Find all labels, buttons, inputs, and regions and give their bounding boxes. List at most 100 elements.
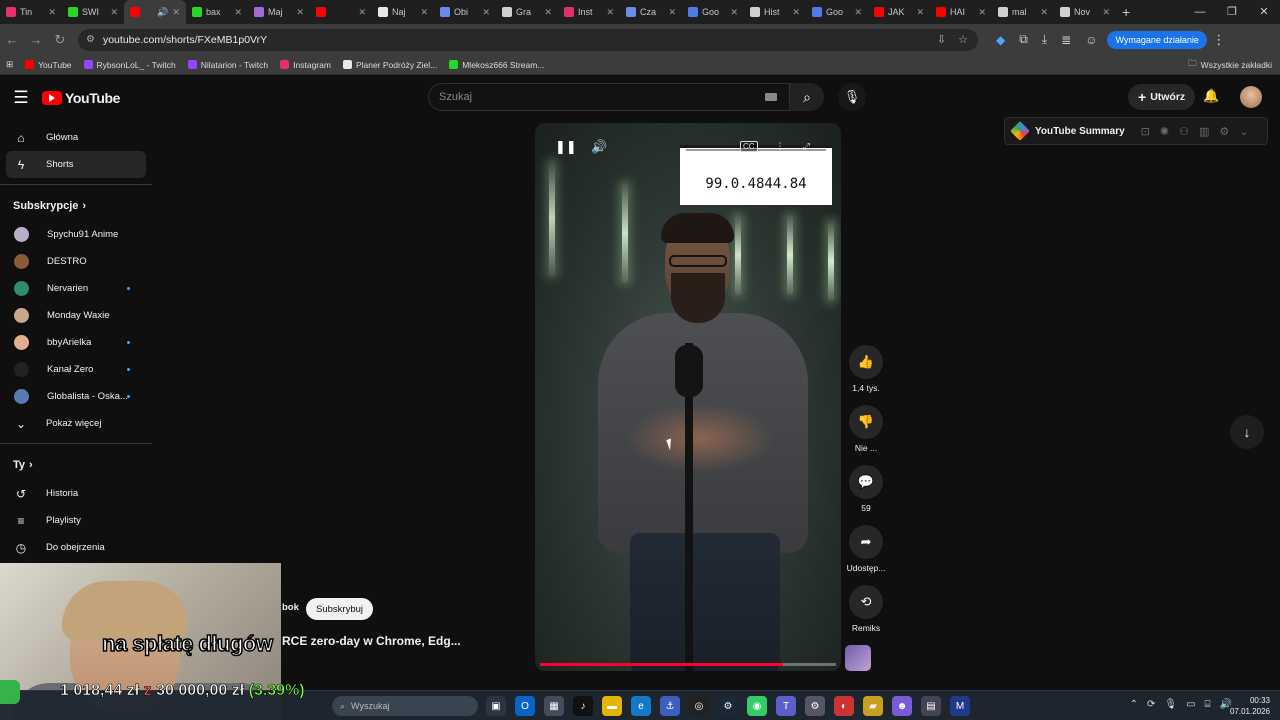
volume-icon[interactable]: 🔊 <box>591 139 607 155</box>
bookmark-item[interactable]: RybsonLoL_ - Twitch <box>83 60 176 70</box>
edge-icon[interactable]: e <box>631 696 651 716</box>
app-icon[interactable]: ⚓ <box>660 696 680 716</box>
tab-close-icon[interactable]: ✕ <box>1040 7 1048 18</box>
display-icon[interactable]: ▭ <box>1186 699 1195 710</box>
bookmark-item[interactable]: YouTube <box>25 60 72 70</box>
sidebar-subscription-item[interactable]: Spychu91 Anime <box>0 221 152 248</box>
tab-close-icon[interactable]: ✕ <box>544 7 552 18</box>
tab-close-icon[interactable]: ✕ <box>1102 7 1110 18</box>
app-icon-yellow[interactable]: ▰ <box>863 696 883 716</box>
outlook-icon[interactable]: O <box>515 696 535 716</box>
browser-tab[interactable]: Nov ✕ <box>1054 0 1116 24</box>
teams-icon[interactable]: T <box>776 696 796 716</box>
tray-overflow-icon[interactable]: ⌃ <box>1130 699 1138 710</box>
browser-tab[interactable]: Inst ✕ <box>558 0 620 24</box>
menu-icon[interactable]: ☰ <box>0 88 42 108</box>
reload-icon[interactable]: ↻ <box>48 32 72 48</box>
minimize-icon[interactable]: — <box>1184 0 1216 24</box>
all-bookmarks-button[interactable]: 🗀 Wszystkie zakładki <box>1188 58 1272 72</box>
more-options-icon[interactable]: ⋮ <box>776 141 785 152</box>
app-icon-green[interactable]: ▤ <box>921 696 941 716</box>
tab-close-icon[interactable]: ✕ <box>916 7 924 18</box>
action-required-button[interactable]: Wymagane działanie <box>1107 30 1207 49</box>
sidebar-subscription-item[interactable]: Nervarien <box>0 275 152 302</box>
tab-close-icon[interactable]: ✕ <box>358 7 366 18</box>
discord-icon[interactable]: ☻ <box>892 696 912 716</box>
bookmark-item[interactable]: Nilatarion - Twitch <box>187 60 268 70</box>
tab-close-icon[interactable]: ✕ <box>730 7 738 18</box>
search-input[interactable]: Szukaj <box>428 83 790 111</box>
sound-thumbnail[interactable] <box>845 645 871 671</box>
task-view-icon[interactable]: ▣ <box>486 696 506 716</box>
tab-close-icon[interactable]: ✕ <box>668 7 676 18</box>
browser-tab[interactable]: HAI ✕ <box>930 0 992 24</box>
sidebar-subscription-item[interactable]: DESTRO <box>0 248 152 275</box>
browser-tab[interactable]: Hist ✕ <box>744 0 806 24</box>
like-button[interactable]: 👍 1,4 tys. <box>845 345 887 393</box>
site-info-icon[interactable]: ⚙ <box>86 34 95 45</box>
browser-tab[interactable]: JAK ✕ <box>868 0 930 24</box>
store-icon[interactable]: ▦ <box>544 696 564 716</box>
pause-icon[interactable]: ❚❚ <box>555 139 577 155</box>
browser-tab[interactable]: Gra ✕ <box>496 0 558 24</box>
tab-close-icon[interactable]: ✕ <box>234 7 242 18</box>
summary-settings-icon[interactable]: ⚙ <box>1219 125 1229 138</box>
bookmark-star-icon[interactable]: ☆ <box>958 33 968 46</box>
sidebar-subscription-item[interactable]: Monday Waxie <box>0 302 152 329</box>
browser-tab[interactable]: bax ✕ <box>186 0 248 24</box>
summary-expand-icon[interactable]: ⌄ <box>1239 125 1248 138</box>
sidebar-item-playlisty[interactable]: ≡ Playlisty <box>0 507 152 534</box>
sidebar-item-doobejrzenia[interactable]: ◷ Do obejrzenia <box>0 534 152 561</box>
tab-close-icon[interactable]: ✕ <box>606 7 614 18</box>
extensions-icon[interactable]: ⧉ <box>1019 32 1028 47</box>
tab-close-icon[interactable]: ✕ <box>482 7 490 18</box>
comments-button-circle[interactable]: 💬 <box>849 465 883 499</box>
share-button[interactable]: ➦ Udostęp... <box>845 525 887 573</box>
browser-tab[interactable]: Maj ✕ <box>248 0 310 24</box>
sidebar-subscription-item[interactable]: Globalista - Oska... <box>0 383 152 410</box>
bookmark-item[interactable]: Instagram <box>280 60 331 70</box>
bookmark-item[interactable]: Mlekosz666 Stream... <box>449 60 544 70</box>
sidebar-item-gwna[interactable]: ⌂ Główna <box>0 124 152 151</box>
subscribe-button[interactable]: Subskrybuj <box>306 598 373 620</box>
mic-tray-icon[interactable]: 🎙 <box>1164 699 1177 710</box>
summary-glasses-icon[interactable]: ⚇ <box>1179 125 1189 138</box>
sync-icon[interactable]: ⟳ <box>1147 699 1155 710</box>
browser-tab[interactable]: Obi ✕ <box>434 0 496 24</box>
settings-icon[interactable]: ⚙ <box>805 696 825 716</box>
opera-gx-icon[interactable]: ◎ <box>689 696 709 716</box>
browser-tab[interactable]: Tin ✕ <box>0 0 62 24</box>
browser-tab[interactable]: 🔊 ✕ <box>124 0 186 24</box>
tab-close-icon[interactable]: ✕ <box>420 7 428 18</box>
youtube-logo[interactable]: YouTube <box>42 90 120 106</box>
tab-close-icon[interactable]: ✕ <box>978 7 986 18</box>
new-tab-icon[interactable]: + <box>1122 4 1130 20</box>
tiktok-icon[interactable]: ♪ <box>573 696 593 716</box>
restore-icon[interactable]: ❐ <box>1216 0 1248 24</box>
bookmark-item[interactable]: Planer Podróży Ziel... <box>342 60 437 70</box>
channel-name[interactable]: bok <box>282 602 299 613</box>
subscriptions-heading[interactable]: Subskrypcje › <box>0 191 152 221</box>
you-heading[interactable]: Ty › <box>0 450 152 480</box>
app-icon-m[interactable]: M <box>950 696 970 716</box>
browser-tab[interactable]: ✕ <box>310 0 372 24</box>
forward-icon[interactable]: → <box>24 32 48 47</box>
tab-audio-icon[interactable]: 🔊 <box>157 7 168 18</box>
profile-icon[interactable]: ☺ <box>1085 33 1097 47</box>
browser-tab[interactable]: Goo ✕ <box>806 0 868 24</box>
summary-audio-icon[interactable]: ▥ <box>1199 125 1209 138</box>
video-progress-bar[interactable] <box>540 663 836 666</box>
browser-tab[interactable]: Naj ✕ <box>372 0 434 24</box>
avatar[interactable] <box>1240 86 1262 108</box>
tab-close-icon[interactable]: ✕ <box>48 7 56 18</box>
apps-icon[interactable]: ⊞ <box>6 59 13 70</box>
install-app-icon[interactable]: ⇩ <box>937 33 946 46</box>
sidebar-subscription-item[interactable]: Kanał Zero <box>0 356 152 383</box>
video-title[interactable]: RCE zero-day w Chrome, Edg... <box>282 634 461 648</box>
app-icon-red[interactable]: ◐ <box>834 696 854 716</box>
summary-ai-icon[interactable]: ✺ <box>1160 125 1169 138</box>
sidebar-item-historia[interactable]: ↺ Historia <box>0 480 152 507</box>
tab-close-icon[interactable]: ✕ <box>792 7 800 18</box>
voice-search-button[interactable]: 🎙 <box>838 83 866 111</box>
browser-tab[interactable]: SWI ✕ <box>62 0 124 24</box>
